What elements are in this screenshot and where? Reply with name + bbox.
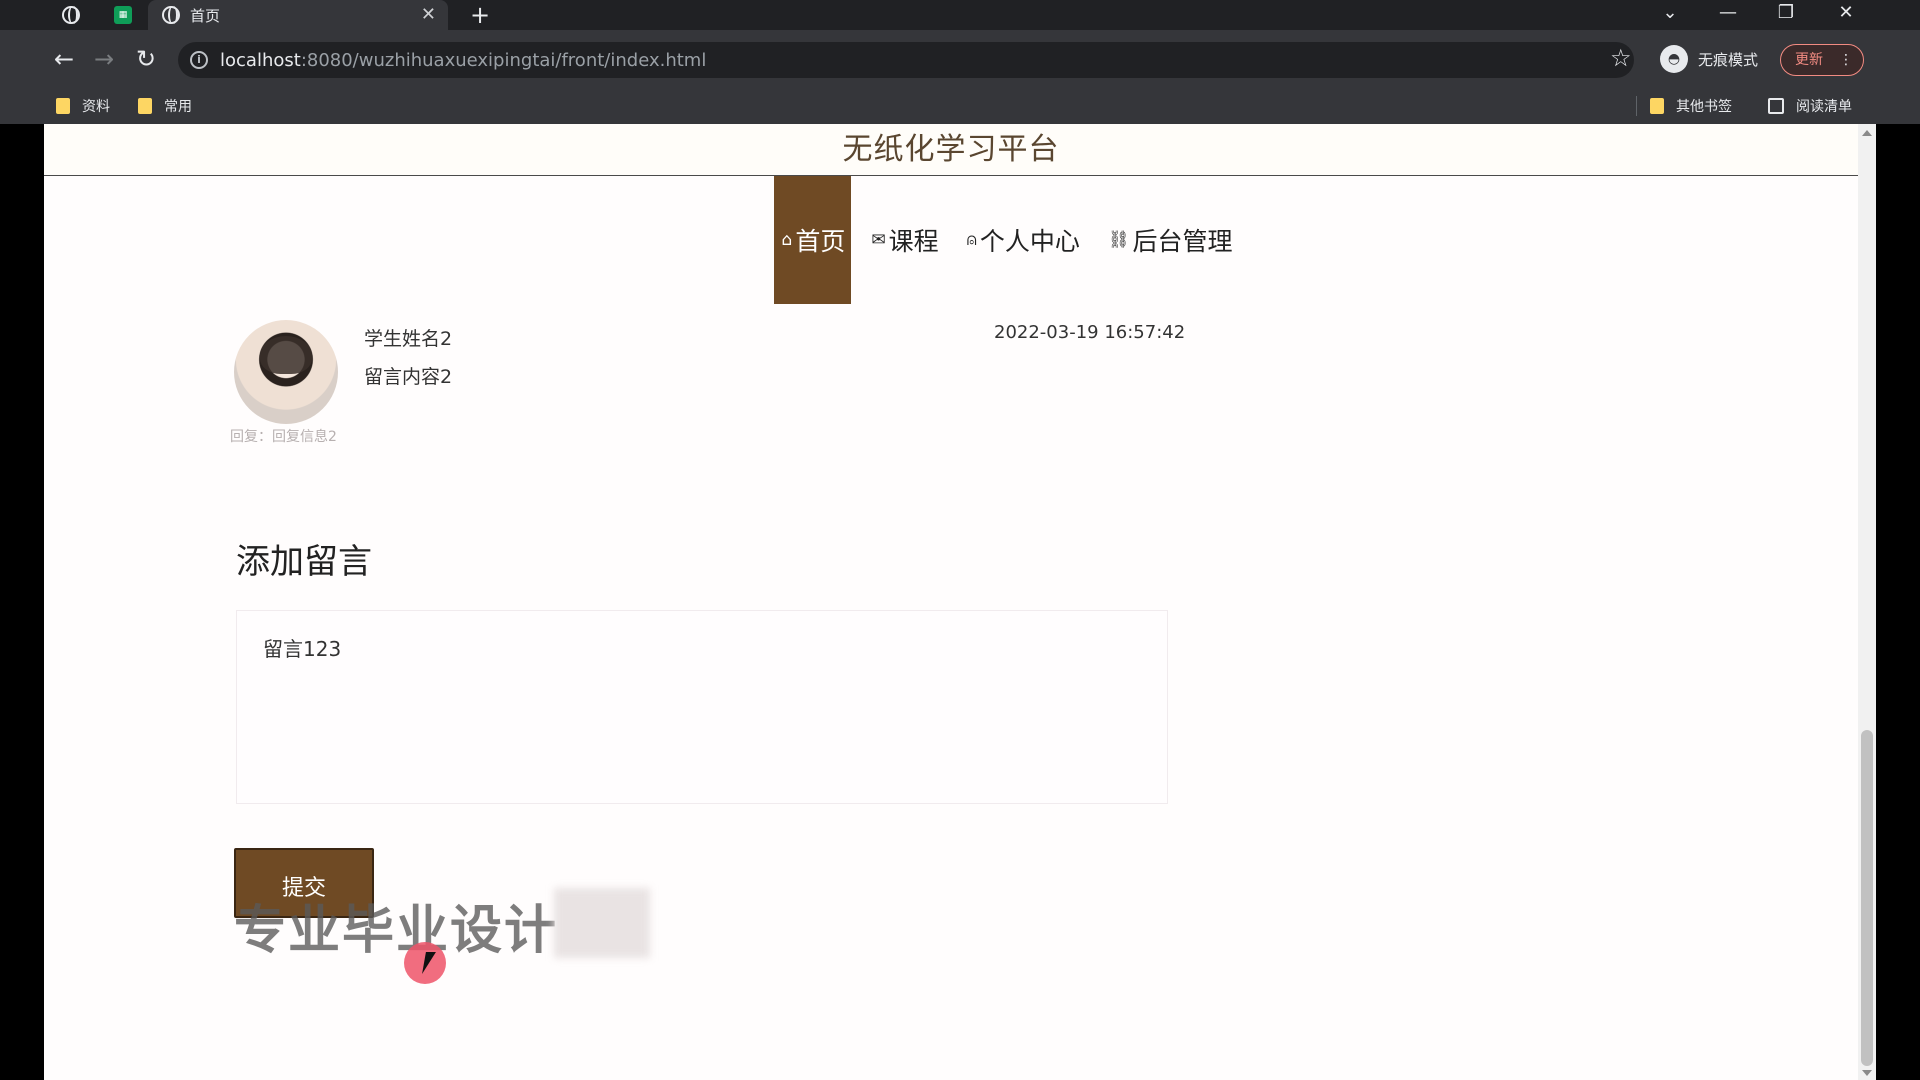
scroll-up-icon[interactable]	[1862, 130, 1872, 136]
bookmark-folder-ziliao[interactable]: 资料	[56, 88, 110, 124]
site-title: 无纸化学习平台	[842, 132, 1060, 167]
folder-icon	[56, 98, 70, 114]
restore-icon[interactable]: ❐	[1766, 0, 1806, 30]
nav-item-admin[interactable]: ⛓ 后台管理	[1100, 176, 1241, 304]
incognito-indicator[interactable]: ◓ 无痕模式	[1660, 42, 1758, 76]
message-author: 学生姓名2	[364, 328, 453, 350]
page-viewport: 无纸化学习平台 ⌂ 首页 ✉ 课程 ⍝ 个人中心 ⛓ 后台管理 学生姓名2 留言…	[44, 124, 1876, 1080]
right-margin	[1876, 124, 1920, 1080]
back-icon[interactable]: ←	[48, 44, 80, 74]
watermark-text: 专业毕业设计	[234, 901, 559, 961]
incognito-icon: ◓	[1660, 45, 1688, 73]
browser-chrome: ▦ 首页 ✕ + ⌄ — ❐ ✕ ← → ↻ i localhost:8080/…	[0, 0, 1920, 124]
url-text: localhost:8080/wuzhihuaxuexipingtai/fron…	[220, 50, 706, 71]
add-message-title: 添加留言	[236, 542, 372, 582]
tab-close-icon[interactable]: ✕	[421, 4, 436, 25]
bookmark-label: 常用	[164, 99, 192, 115]
message-item: 学生姓名2 留言内容2 2022-03-19 16:57:42 回复：回复信息2	[230, 320, 1214, 445]
reading-list[interactable]: 阅读清单	[1768, 88, 1852, 124]
message-reply: 回复：回复信息2	[230, 429, 337, 445]
nav-label: 个人中心	[979, 227, 1080, 256]
link-icon: ⛓	[1107, 230, 1130, 250]
nav-label: 课程	[888, 227, 939, 256]
tab-title: 首页	[190, 6, 221, 25]
info-icon[interactable]: i	[190, 51, 208, 69]
spreadsheet-icon: ▦	[114, 6, 132, 24]
url-path: :8080/wuzhihuaxuexipingtai/front/index.h…	[300, 49, 707, 71]
url-host: localhost	[220, 49, 301, 71]
nav-label: 首页	[795, 227, 846, 256]
mail-icon: ✉	[871, 230, 886, 250]
scroll-down-icon[interactable]	[1862, 1070, 1872, 1076]
close-window-icon[interactable]: ✕	[1826, 0, 1866, 30]
globe-icon	[62, 6, 80, 24]
page-scrollbar[interactable]	[1858, 124, 1876, 1080]
message-time: 2022-03-19 16:57:42	[994, 322, 1186, 343]
bookmarks-divider	[1636, 96, 1637, 116]
new-tab-button[interactable]: +	[470, 0, 490, 30]
tab-search-icon[interactable]: ⌄	[1650, 0, 1690, 30]
main-nav: ⌂ 首页 ✉ 课程 ⍝ 个人中心 ⛓ 后台管理	[44, 176, 1858, 304]
menu-dots-icon[interactable]: ⋮	[1839, 45, 1853, 75]
bookmarks-bar: 资料 常用 其他书签 阅读清单	[0, 88, 1920, 124]
address-bar[interactable]: i localhost:8080/wuzhihuaxuexipingtai/fr…	[178, 42, 1634, 78]
message-content: 留言内容2	[364, 366, 453, 388]
home-icon: ⌂	[781, 230, 793, 250]
pinned-tab[interactable]: ▦	[108, 0, 138, 30]
bookmark-folder-changyong[interactable]: 常用	[138, 88, 192, 124]
bookmark-label: 资料	[82, 99, 110, 115]
avatar	[234, 320, 338, 424]
nav-label: 后台管理	[1132, 227, 1233, 256]
tab-strip: ▦ 首页 ✕ + ⌄ — ❐ ✕	[0, 0, 1920, 30]
update-label: 更新	[1795, 52, 1823, 68]
scrollbar-thumb[interactable]	[1861, 730, 1873, 1066]
nav-item-courses[interactable]: ✉ 课程	[863, 176, 946, 304]
update-button[interactable]: 更新 ⋮	[1780, 44, 1864, 76]
minimize-icon[interactable]: —	[1708, 0, 1748, 30]
reading-list-label: 阅读清单	[1796, 99, 1852, 115]
browser-icon[interactable]	[56, 0, 86, 30]
reading-list-icon	[1768, 98, 1784, 114]
nav-item-home[interactable]: ⌂ 首页	[773, 176, 852, 304]
nav-item-profile[interactable]: ⍝ 个人中心	[959, 176, 1088, 304]
left-margin	[0, 124, 44, 1080]
user-icon: ⍝	[966, 230, 977, 250]
blurred-region	[554, 888, 650, 958]
other-bookmarks-label: 其他书签	[1676, 99, 1732, 115]
browser-toolbar: ← → ↻ i localhost:8080/wuzhihuaxuexiping…	[0, 30, 1920, 88]
folder-icon	[138, 98, 152, 114]
message-textarea[interactable]: 留言123	[236, 610, 1168, 804]
folder-icon	[1650, 98, 1664, 114]
site-header: 无纸化学习平台	[44, 124, 1858, 176]
forward-icon[interactable]: →	[88, 44, 120, 74]
other-bookmarks[interactable]: 其他书签	[1650, 88, 1732, 124]
globe-icon	[162, 6, 180, 24]
tab-home[interactable]: 首页 ✕	[148, 0, 448, 30]
reload-icon[interactable]: ↻	[130, 44, 162, 74]
bookmark-star-icon[interactable]: ☆	[1610, 44, 1632, 72]
incognito-label: 无痕模式	[1698, 50, 1759, 69]
